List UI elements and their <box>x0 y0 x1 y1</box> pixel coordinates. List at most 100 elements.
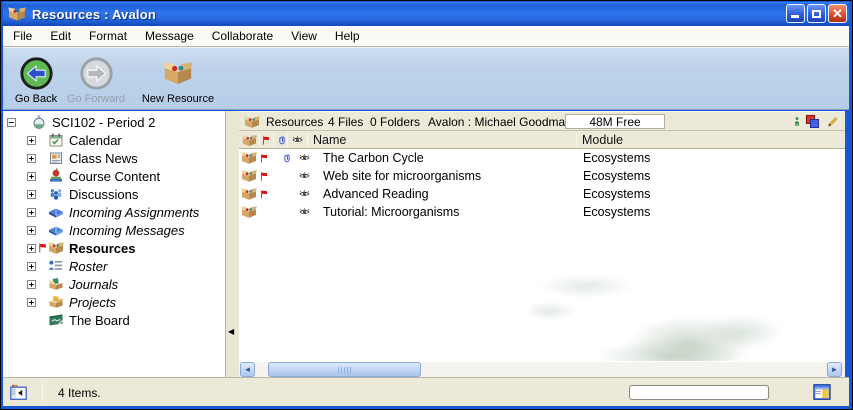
sidebar-item-label: Discussions <box>69 187 138 202</box>
toolbar: Go Back Go ForwardNew Resource <box>3 47 849 110</box>
minimize-button[interactable] <box>786 4 805 23</box>
tree-expander-minus[interactable] <box>7 118 16 127</box>
scrollbar-thumb[interactable] <box>268 362 421 377</box>
flag-column-icon[interactable] <box>261 131 271 149</box>
titlebar[interactable]: Resources : Avalon ✕ <box>3 2 849 26</box>
background-watermark-image <box>529 257 789 361</box>
maximize-button[interactable] <box>807 4 826 23</box>
resource-name: The Carbon Cycle <box>323 149 424 167</box>
scroll-left-button[interactable]: ◄ <box>240 362 255 377</box>
tree-expander-plus[interactable] <box>27 262 36 271</box>
tree-expander-plus[interactable] <box>27 244 36 253</box>
menu-collaborate[interactable]: Collaborate <box>203 26 282 46</box>
sidebar-item-label: Incoming Messages <box>69 223 185 238</box>
collapse-arrow-icon[interactable]: ◀ <box>228 327 234 336</box>
menubar: FileEditFormatMessageCollaborateViewHelp <box>3 26 849 47</box>
menu-file[interactable]: File <box>4 26 41 46</box>
sidebar-item-projects[interactable]: Projects <box>3 293 225 311</box>
app-window: Resources : Avalon ✕ FileEditFormatMessa… <box>0 0 853 410</box>
eye-icon <box>297 185 312 203</box>
tree-expander-plus[interactable] <box>27 154 36 163</box>
sidebar-item-incoming-assignments[interactable]: Incoming Assignments <box>3 203 225 221</box>
content-icon <box>48 168 64 184</box>
sidebar-item-sci102-period-2[interactable]: SCI102 - Period 2 <box>3 113 225 131</box>
sidebar-item-class-news[interactable]: Class News <box>3 149 225 167</box>
sidebar-item-calendar[interactable]: Calendar <box>3 131 225 149</box>
table-row[interactable]: Web site for microorganismsEcosystems <box>239 167 845 185</box>
statusbar-divider <box>42 382 43 402</box>
sidebar-item-label: Incoming Assignments <box>69 205 199 220</box>
name-column-header[interactable]: Name <box>313 131 346 149</box>
menu-view[interactable]: View <box>282 26 326 46</box>
paperclip-icon <box>281 149 292 167</box>
tree-expander-plus[interactable] <box>27 298 36 307</box>
table-row[interactable]: Advanced Reading Ecosystems <box>239 185 845 203</box>
new-resource-icon <box>162 54 194 92</box>
tree-expander-plus[interactable] <box>27 226 36 235</box>
tree-expander-plus[interactable] <box>27 190 36 199</box>
items-count: 4 Items. <box>58 386 101 400</box>
menu-help[interactable]: Help <box>326 26 369 46</box>
sidebar-item-label: Journals <box>69 277 118 292</box>
sidebar-item-roster[interactable]: Roster <box>3 257 225 275</box>
status-field <box>629 385 769 400</box>
discussions-icon <box>48 186 64 202</box>
sidebar-item-incoming-messages[interactable]: Incoming Messages <box>3 221 225 239</box>
go-back-icon <box>20 54 53 92</box>
viewed-column-icon[interactable] <box>290 131 305 149</box>
sidebar-item-label: SCI102 - Period 2 <box>52 115 155 130</box>
panel-splitter[interactable]: ◀ <box>225 111 239 377</box>
tree-expander-plus[interactable] <box>27 208 36 217</box>
menu-format[interactable]: Format <box>80 26 136 46</box>
item-type-column-icon[interactable] <box>242 131 257 149</box>
resource-module: Ecosystems <box>583 185 650 203</box>
free-space-indicator: 48M Free <box>565 114 665 129</box>
module-column-header[interactable]: Module <box>582 131 623 149</box>
flag-icon <box>259 185 269 203</box>
messages-icon <box>48 222 64 238</box>
menu-edit[interactable]: Edit <box>41 26 80 46</box>
course-icon <box>31 114 47 130</box>
go-forward-button[interactable]: Go Forward <box>63 54 129 105</box>
main-area: SCI102 - Period 2CalendarClass News Cours… <box>3 111 845 377</box>
close-button[interactable]: ✕ <box>828 4 847 23</box>
panel-title: Resources <box>266 112 323 131</box>
attachment-column-icon[interactable] <box>276 131 287 149</box>
folders-count: 0 Folders <box>370 112 420 131</box>
resource-module: Ecosystems <box>583 203 650 221</box>
resource-name: Advanced Reading <box>323 185 429 203</box>
tree-expander-plus[interactable] <box>27 280 36 289</box>
assignments-icon <box>48 204 64 220</box>
sidebar-item-label: Course Content <box>69 169 160 184</box>
flag-icon <box>259 149 269 167</box>
split-view-icon[interactable] <box>10 384 27 401</box>
sidebar-item-course-content[interactable]: Course Content <box>3 167 225 185</box>
layers-icon[interactable] <box>805 112 820 131</box>
scroll-right-button[interactable]: ► <box>827 362 842 377</box>
menu-message[interactable]: Message <box>136 26 203 46</box>
resource-item-icon <box>241 149 257 167</box>
table-row[interactable]: Tutorial: MicroorganismsEcosystems <box>239 203 845 221</box>
sidebar-item-label: The Board <box>69 313 130 328</box>
toolbar-button-label: Go Back <box>15 93 57 105</box>
sidebar-item-discussions[interactable]: Discussions <box>3 185 225 203</box>
app-icon <box>8 5 26 23</box>
panel-info-header: Resources 4 Files 0 Folders Avalon : Mic… <box>239 112 845 131</box>
tree-expander-plus[interactable] <box>27 172 36 181</box>
person-icon[interactable] <box>791 112 803 131</box>
sidebar-item-the-board[interactable]: The Board <box>3 311 225 329</box>
account-label: Avalon : Michael Goodman <box>428 112 572 131</box>
table-row[interactable]: The Carbon Cycle Ecosystems <box>239 149 845 167</box>
resource-module: Ecosystems <box>583 167 650 185</box>
sidebar-item-resources[interactable]: Resources <box>3 239 225 257</box>
pencil-icon[interactable] <box>826 112 839 131</box>
resource-module: Ecosystems <box>583 149 650 167</box>
new-resource-button[interactable]: New Resource <box>135 54 221 105</box>
tree-expander-plus[interactable] <box>27 136 36 145</box>
go-back-button[interactable]: Go Back <box>9 54 63 105</box>
window-layout-icon[interactable] <box>813 383 831 401</box>
go-forward-icon <box>80 54 113 92</box>
horizontal-scrollbar[interactable]: ◄ ► <box>239 362 845 377</box>
sidebar-item-journals[interactable]: Journals <box>3 275 225 293</box>
resource-item-icon <box>241 185 257 203</box>
